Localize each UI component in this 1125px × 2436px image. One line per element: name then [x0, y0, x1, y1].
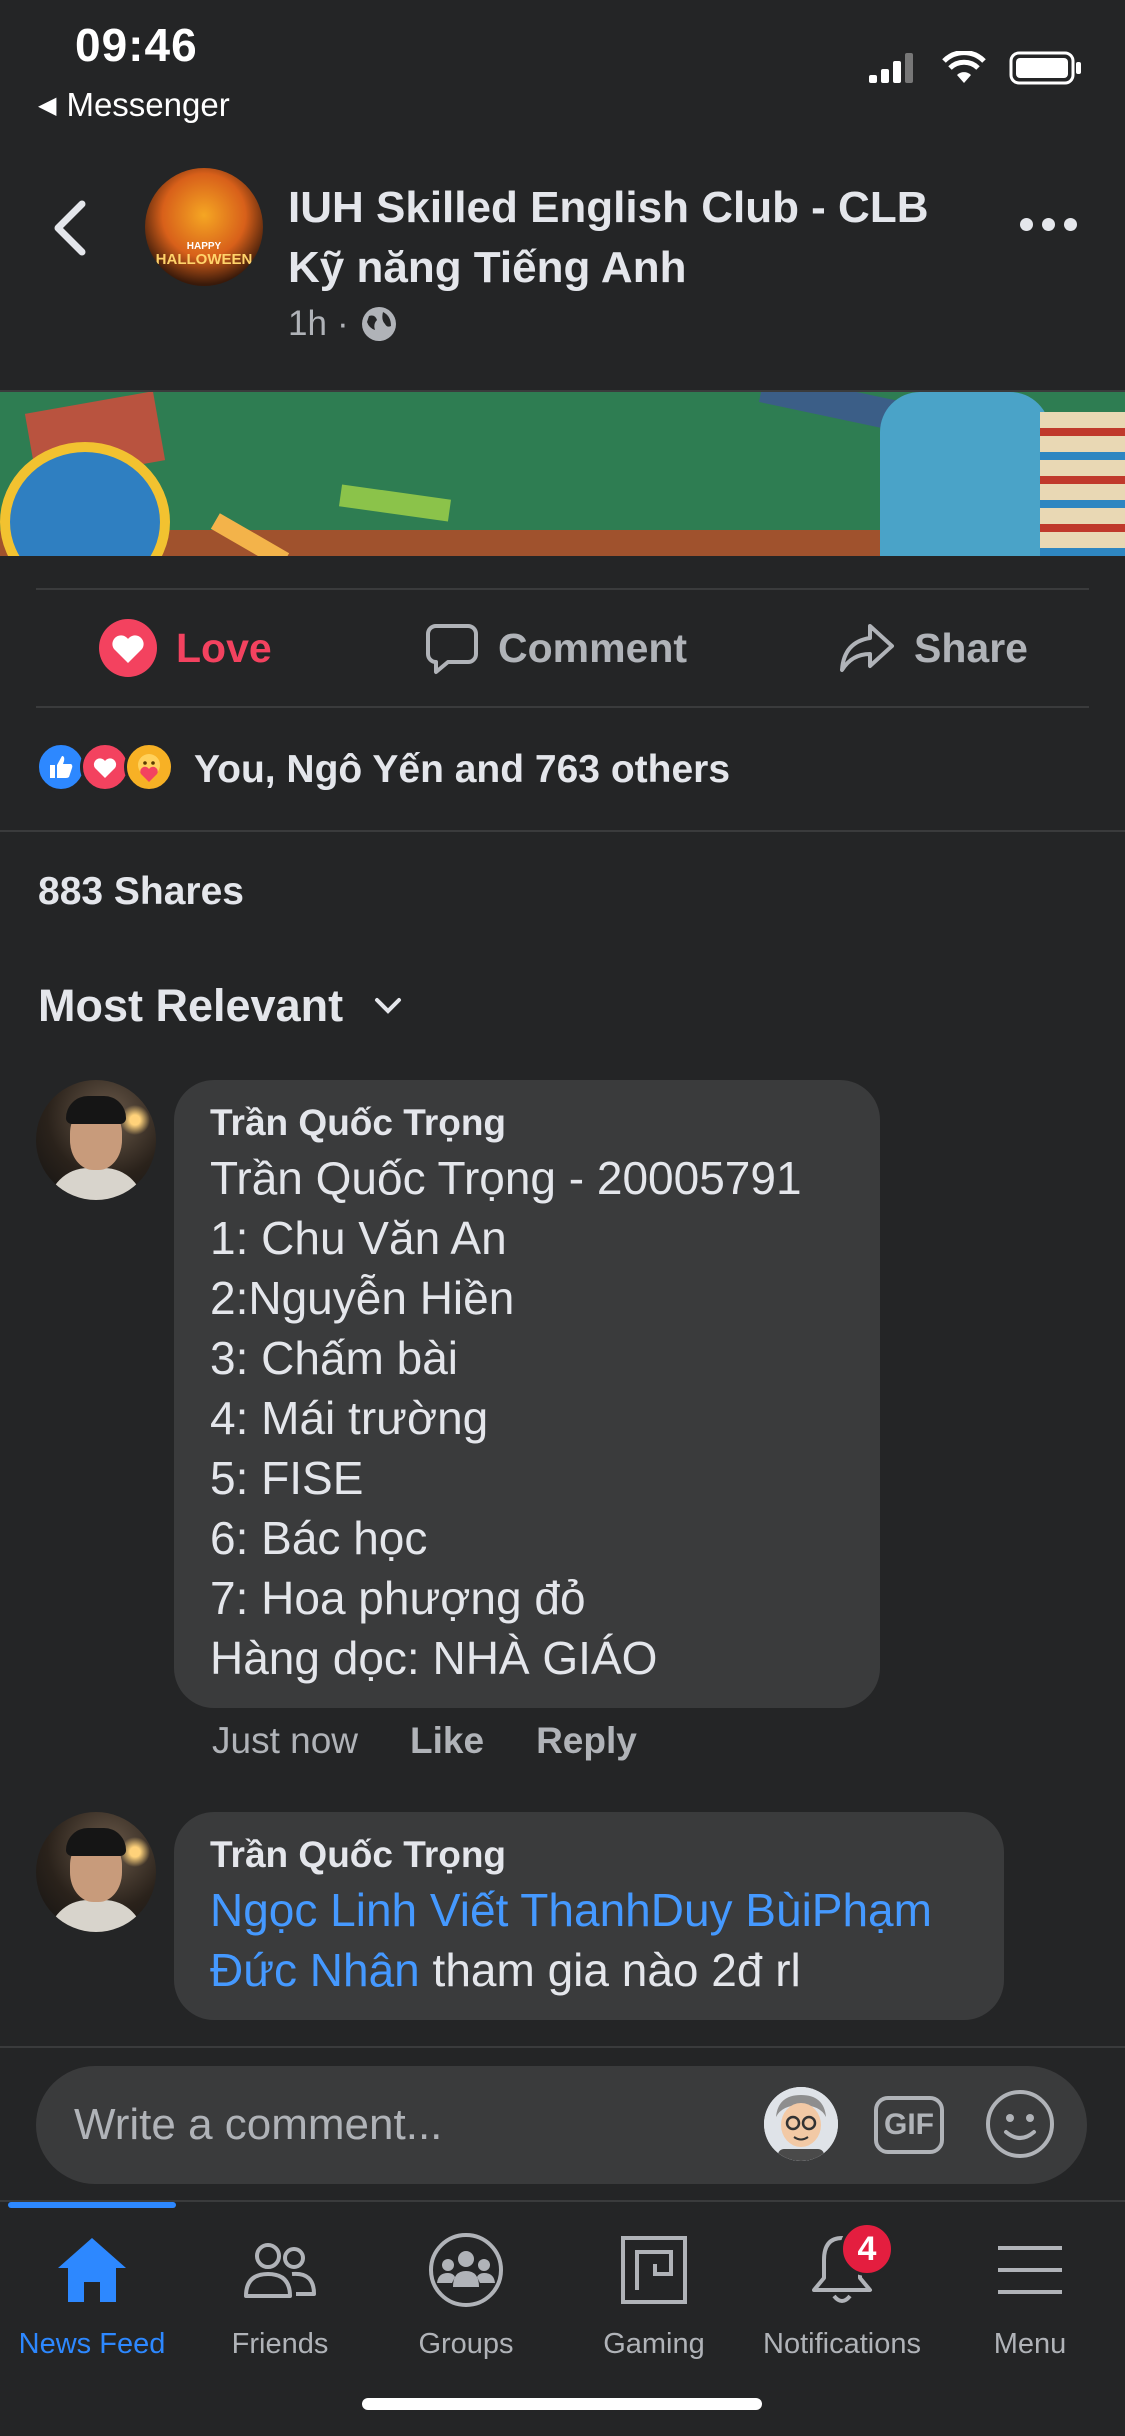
emoji-icon[interactable] — [984, 2088, 1056, 2160]
love-small-icon — [80, 742, 130, 792]
groups-icon — [426, 2230, 506, 2310]
post-meta: 1h · — [288, 304, 399, 344]
post-image[interactable] — [0, 392, 1125, 556]
gaming-icon — [614, 2230, 694, 2310]
action-divider-top — [36, 588, 1089, 590]
share-button[interactable]: Share — [838, 612, 1028, 684]
home-indicator[interactable] — [362, 2398, 762, 2410]
tab-label: Gaming — [603, 2328, 705, 2360]
comment-text: Ngọc Linh Viết ThanhDuy BùiPhạm Đức Nhân… — [210, 1880, 968, 2000]
comment-reply-button[interactable]: Reply — [536, 1720, 637, 1762]
bell-icon: 4 — [802, 2222, 894, 2310]
tab-friends[interactable]: Friends — [186, 2230, 374, 2361]
comment-label: Comment — [498, 624, 688, 671]
comment-sort[interactable]: Most Relevant — [38, 980, 403, 1032]
love-button[interactable]: Love — [98, 612, 272, 684]
comment-author[interactable]: Trần Quốc Trọng — [210, 1102, 844, 1144]
page-title[interactable]: IUH Skilled English Club - CLB Kỹ năng T… — [288, 178, 988, 298]
comment-text-rest: tham gia nào 2đ rl — [419, 1944, 801, 1996]
tab-label: Menu — [993, 2328, 1067, 2360]
love-label: Love — [176, 624, 272, 671]
comment-bubble[interactable]: Trần Quốc Trọng Trần Quốc Trọng - 200057… — [174, 1080, 880, 1708]
friends-icon — [240, 2230, 320, 2310]
reaction-summary[interactable]: You, Ngô Yến and 763 others — [194, 748, 730, 792]
back-app-label: Messenger — [66, 86, 230, 123]
my-avatar[interactable] — [764, 2087, 838, 2161]
active-tab-indicator — [8, 2202, 176, 2208]
comment-button[interactable]: Comment — [424, 612, 687, 684]
home-icon — [52, 2230, 132, 2310]
status-icons — [867, 50, 1083, 86]
comment-icon — [426, 624, 478, 674]
battery-icon — [1009, 51, 1081, 85]
signal-icon — [869, 53, 913, 83]
notification-badge: 4 — [840, 2222, 894, 2276]
tab-label: Groups — [418, 2328, 514, 2360]
comment-composer[interactable]: GIF — [36, 2066, 1087, 2184]
sort-label: Most Relevant — [38, 980, 344, 1031]
tab-label: Friends — [231, 2328, 329, 2360]
status-time: 09:46 — [75, 19, 198, 71]
more-options-icon[interactable] — [1020, 218, 1077, 231]
care-reaction-icon — [124, 742, 174, 792]
like-reaction-icon — [36, 742, 86, 792]
avatar-halloween-text: HAPPY HALLOWEEN — [155, 241, 253, 268]
tab-label: News Feed — [18, 2328, 166, 2360]
chevron-down-icon — [375, 998, 402, 1014]
comment-bubble[interactable]: Trần Quốc Trọng Ngọc Linh Viết ThanhDuy … — [174, 1812, 1004, 2020]
comment-time: Just now — [212, 1720, 359, 1761]
tab-notifications[interactable]: 4 Notifications — [748, 2222, 936, 2361]
comment-like-button[interactable]: Like — [410, 1720, 484, 1762]
back-to-messenger[interactable]: ◀ Messenger — [38, 86, 230, 124]
menu-icon — [990, 2230, 1070, 2310]
tab-news-feed[interactable]: News Feed — [0, 2230, 186, 2361]
wifi-icon — [942, 51, 986, 83]
reaction-icons[interactable] — [36, 742, 174, 792]
share-label: Share — [914, 624, 1028, 671]
comment-author[interactable]: Trần Quốc Trọng — [210, 1834, 968, 1876]
post-time: 1h — [288, 304, 327, 343]
commenter-avatar[interactable] — [36, 1080, 156, 1200]
tab-gaming[interactable]: Gaming — [560, 2230, 748, 2361]
tab-menu[interactable]: Menu — [936, 2230, 1124, 2361]
comment-input[interactable] — [74, 2066, 774, 2184]
page-avatar[interactable]: HAPPY HALLOWEEN — [145, 168, 263, 286]
meta-dot: · — [336, 304, 349, 343]
gif-button[interactable]: GIF — [874, 2096, 944, 2154]
tab-groups[interactable]: Groups — [372, 2230, 560, 2361]
back-triangle-icon: ◀ — [38, 91, 57, 119]
commenter-avatar[interactable] — [36, 1812, 156, 1932]
love-reaction-icon — [99, 619, 157, 677]
comment-meta: Just now Like Reply — [212, 1720, 637, 1762]
share-icon — [840, 624, 894, 672]
back-arrow-icon[interactable] — [48, 196, 92, 260]
globe-icon — [361, 307, 396, 341]
tab-label: Notifications — [763, 2328, 921, 2360]
action-divider-bottom — [36, 706, 1089, 708]
reaction-divider — [0, 830, 1125, 832]
share-count[interactable]: 883 Shares — [38, 870, 244, 914]
comment-text: Trần Quốc Trọng - 20005791 1: Chu Văn An… — [210, 1152, 802, 1684]
